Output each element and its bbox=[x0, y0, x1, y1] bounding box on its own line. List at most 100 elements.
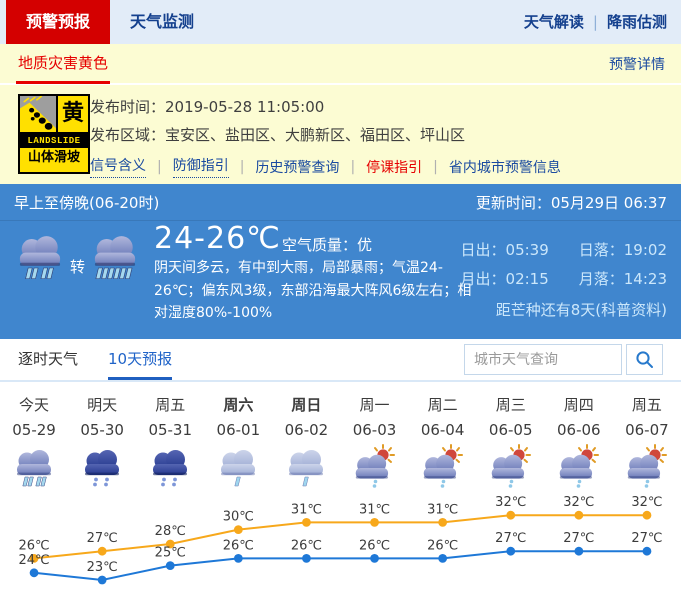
publish-time-line: 发布时间：2019-05-28 11:05:00 bbox=[90, 93, 671, 121]
temperature-point[interactable] bbox=[234, 554, 243, 563]
forecast-day-name: 今天 bbox=[0, 394, 68, 414]
forecast-day-column[interactable]: 周四06-06 bbox=[545, 394, 613, 492]
temperature-label: 26℃ bbox=[18, 538, 49, 553]
temperature-point[interactable] bbox=[574, 547, 583, 556]
temperature-point[interactable] bbox=[30, 568, 39, 577]
heavy-rain-icon bbox=[89, 229, 141, 281]
warning-badge-name: 山体滑坡 bbox=[20, 148, 88, 168]
forecast-day-name: 明天 bbox=[68, 394, 136, 414]
temperature-point[interactable] bbox=[643, 511, 652, 520]
top-links: 天气解读 | 降雨估测 bbox=[524, 0, 681, 44]
update-time-label: 更新时间：05月29日 06:37 bbox=[476, 192, 667, 213]
temperature-point[interactable] bbox=[438, 554, 447, 563]
moonset-time: 月落：14:23 bbox=[579, 268, 667, 289]
temperature-label: 25℃ bbox=[155, 546, 186, 561]
forecast-day-date: 06-03 bbox=[340, 421, 408, 441]
tab-10day-forecast[interactable]: 10天预报 bbox=[108, 339, 172, 380]
sunrise-time: 日出：05:39 bbox=[461, 239, 549, 260]
forecast-day-name: 周六 bbox=[204, 394, 272, 414]
link-rainfall-estimate[interactable]: 降雨估测 bbox=[607, 0, 667, 44]
sun-shower-icon bbox=[353, 444, 397, 488]
temperature-label: 23℃ bbox=[87, 560, 118, 575]
search-icon bbox=[635, 350, 654, 369]
temperature-label: 26℃ bbox=[427, 538, 458, 553]
separator: | bbox=[240, 159, 245, 175]
solar-term-link[interactable]: 距芒种还有8天(科普资料) bbox=[496, 299, 667, 320]
forecast-day-column[interactable]: 今天 05-29 bbox=[0, 394, 68, 492]
link-defense-guide[interactable]: 防御指引 bbox=[173, 155, 229, 178]
sun-shower-icon bbox=[489, 444, 533, 488]
air-quality-label: 空气质量：优 bbox=[282, 234, 372, 255]
temperature-point[interactable] bbox=[234, 525, 243, 534]
weather-description: 阴天间多云，有中到大雨，局部暴雨；气温24-26℃；偏东风3级，东部沿海最大阵风… bbox=[154, 257, 484, 325]
moderate-rain-icon bbox=[14, 229, 66, 281]
forecast-day-date: 06-02 bbox=[272, 421, 340, 441]
sun-shower-icon bbox=[421, 444, 465, 488]
alert-links-row: 信号含义 | 防御指引 | 历史预警查询 | 停课指引 | 省内城市预警信息 bbox=[90, 155, 671, 178]
alert-title-geo-hazard-yellow[interactable]: 地质灾害黄色 bbox=[16, 43, 110, 84]
forecast-day-column[interactable]: 明天 05-30 bbox=[68, 394, 136, 492]
temperature-point[interactable] bbox=[574, 511, 583, 520]
warning-badge-en-label: LANDSLIDE bbox=[20, 134, 88, 148]
temperature-point[interactable] bbox=[98, 576, 107, 585]
temperature-point[interactable] bbox=[506, 511, 515, 520]
current-weather-panel: 早上至傍晚(06-20时) 更新时间：05月29日 06:37 转 24-26℃… bbox=[0, 184, 681, 339]
temperature-point[interactable] bbox=[302, 518, 311, 527]
separator: | bbox=[593, 0, 598, 44]
forecast-day-column[interactable]: 周六 06-01 bbox=[204, 394, 272, 492]
temperature-point[interactable] bbox=[370, 554, 379, 563]
separator: | bbox=[157, 159, 162, 175]
light-rain-icon bbox=[284, 444, 328, 488]
forecast-day-name: 周五 bbox=[136, 394, 204, 414]
forecast-day-name: 周三 bbox=[477, 394, 545, 414]
temperature-point[interactable] bbox=[506, 547, 515, 556]
forecast-day-column[interactable]: 周一 06-03 bbox=[340, 394, 408, 492]
forecast-day-column[interactable]: 周五 06-07 bbox=[613, 394, 681, 492]
landslide-warning-badge: 黄 LANDSLIDE 山体滑坡 bbox=[18, 94, 90, 174]
forecast-day-name: 周五 bbox=[613, 394, 681, 414]
forecast-day-column[interactable]: 周五05-31 bbox=[136, 394, 204, 492]
link-signal-meaning[interactable]: 信号含义 bbox=[90, 155, 146, 178]
separator: | bbox=[350, 159, 355, 175]
temperature-label: 28℃ bbox=[155, 524, 186, 539]
temperature-range: 24-26℃ bbox=[154, 221, 281, 256]
forecast-day-date: 06-07 bbox=[613, 421, 681, 441]
sun-moon-times: 日出：05:39 日落：19:02 月出：02:15 月落：14:23 bbox=[461, 239, 667, 289]
forecast-columns: 今天05-29明天05-30周五05-31周六06-01周日06-02周一06-… bbox=[0, 382, 681, 492]
temperature-point[interactable] bbox=[643, 547, 652, 556]
forecast-tabs-row: 逐时天气 10天预报 bbox=[0, 339, 681, 382]
tab-warning-forecast[interactable]: 预警预报 bbox=[6, 0, 110, 44]
forecast-day-date: 05-29 bbox=[0, 421, 68, 441]
temperature-label: 27℃ bbox=[87, 531, 118, 546]
link-weather-interpretation[interactable]: 天气解读 bbox=[524, 0, 584, 44]
forecast-day-column[interactable]: 周二06-04 bbox=[409, 394, 477, 492]
link-class-suspension-guide[interactable]: 停课指引 bbox=[366, 157, 422, 177]
forecast-day-date: 06-01 bbox=[204, 421, 272, 441]
forecast-day-date: 06-06 bbox=[545, 421, 613, 441]
forecast-day-date: 05-30 bbox=[68, 421, 136, 441]
tab-hourly-weather[interactable]: 逐时天气 bbox=[18, 339, 78, 380]
forecast-period-label: 早上至傍晚(06-20时) bbox=[14, 192, 159, 213]
forecast-day-name: 周一 bbox=[340, 394, 408, 414]
link-province-city-warnings[interactable]: 省内城市预警信息 bbox=[449, 157, 561, 177]
temperature-label: 32℃ bbox=[563, 495, 594, 510]
temperature-point[interactable] bbox=[302, 554, 311, 563]
heavy-rain-icon bbox=[12, 444, 56, 488]
temperature-point[interactable] bbox=[98, 547, 107, 556]
temperature-label: 26℃ bbox=[223, 538, 254, 553]
tab-weather-monitor[interactable]: 天气监测 bbox=[110, 0, 214, 44]
link-history-warning-query[interactable]: 历史预警查询 bbox=[255, 157, 339, 177]
temperature-point[interactable] bbox=[438, 518, 447, 527]
temperature-point[interactable] bbox=[370, 518, 379, 527]
city-weather-search-input[interactable] bbox=[464, 344, 622, 375]
forecast-day-column[interactable]: 周日06-02 bbox=[272, 394, 340, 492]
alert-detail-link[interactable]: 预警详情 bbox=[609, 54, 665, 74]
forecast-day-name: 周二 bbox=[409, 394, 477, 414]
temperature-label: 27℃ bbox=[631, 531, 662, 546]
temperature-chart: 26℃27℃28℃30℃31℃31℃31℃32℃32℃32℃24℃23℃25℃2… bbox=[0, 492, 681, 594]
temperature-point[interactable] bbox=[166, 561, 175, 570]
temperature-label: 27℃ bbox=[495, 531, 526, 546]
sun-shower-icon bbox=[625, 444, 669, 488]
search-button[interactable] bbox=[626, 344, 663, 375]
forecast-day-column[interactable]: 周三06-05 bbox=[477, 394, 545, 492]
